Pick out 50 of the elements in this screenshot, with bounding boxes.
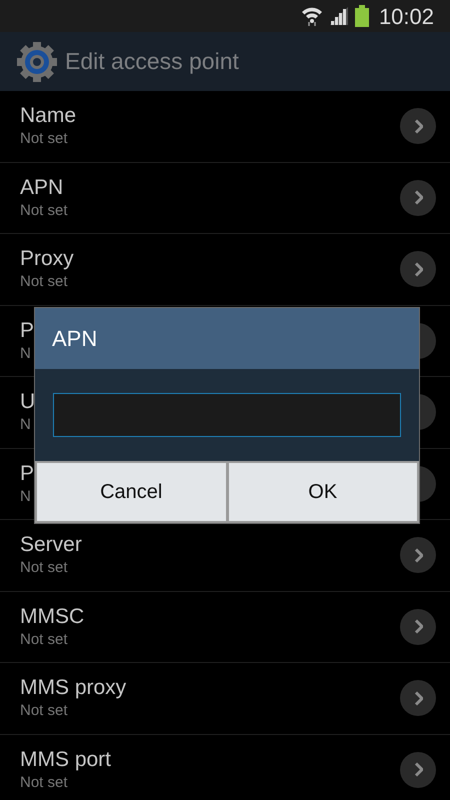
dialog-button[interactable]: Cancel — [37, 463, 226, 521]
chevron-button[interactable] — [400, 251, 436, 288]
chevron-button[interactable] — [400, 108, 436, 144]
chevron-icon — [414, 548, 422, 563]
setting-value: N — [20, 486, 32, 507]
setting-row[interactable]: MMS port Not set — [0, 734, 450, 800]
chevron-icon — [414, 690, 422, 706]
chevron-icon — [414, 118, 422, 134]
setting-title: Proxy — [20, 246, 74, 272]
setting-value: N — [20, 415, 32, 436]
chevron-button[interactable] — [400, 752, 436, 788]
wifi-icon — [300, 5, 323, 27]
input-field[interactable] — [53, 393, 401, 437]
signal-icon — [328, 6, 349, 26]
setting-value: Not set — [20, 630, 69, 650]
setting-row[interactable]: APN Not set — [0, 162, 450, 234]
gear-icon — [17, 42, 57, 82]
chevron-button[interactable] — [400, 680, 436, 716]
dialog-title: APN — [52, 325, 98, 353]
chevron-button[interactable] — [400, 608, 436, 645]
chevron-icon — [414, 762, 422, 778]
setting-title: APN — [20, 174, 64, 201]
setting-value: Not set — [20, 701, 69, 722]
setting-title: P — [20, 460, 34, 487]
chevron-icon — [414, 190, 422, 206]
setting-value: Not set — [20, 272, 69, 292]
chevron-icon — [414, 262, 422, 277]
setting-title: MMSC — [20, 604, 84, 630]
setting-title: U — [20, 389, 36, 416]
setting-value: N — [20, 344, 32, 364]
setting-value: Not set — [20, 200, 68, 221]
setting-row[interactable]: Name Not set — [0, 91, 450, 162]
chevron-button[interactable] — [400, 180, 436, 216]
setting-row[interactable]: Proxy Not set — [0, 234, 450, 306]
setting-value: Not set — [20, 129, 69, 150]
header-title: Edit access point — [65, 47, 239, 76]
setting-title: Server — [20, 532, 82, 558]
setting-title: P — [20, 318, 34, 344]
chevron-icon — [414, 619, 422, 634]
chevron-button[interactable] — [400, 537, 436, 574]
setting-value: Not set — [20, 558, 69, 578]
clock: 10:02 — [378, 2, 434, 30]
setting-title: MMS port — [20, 746, 112, 773]
setting-title: MMS proxy — [20, 675, 126, 702]
battery-icon — [354, 5, 369, 27]
setting-title: Name — [20, 103, 76, 130]
setting-row[interactable]: MMS proxy Not set — [0, 663, 450, 734]
setting-value: Not set — [20, 772, 69, 793]
setting-row[interactable]: MMSC Not set — [0, 592, 450, 663]
dialog-button[interactable]: OK — [228, 463, 417, 521]
